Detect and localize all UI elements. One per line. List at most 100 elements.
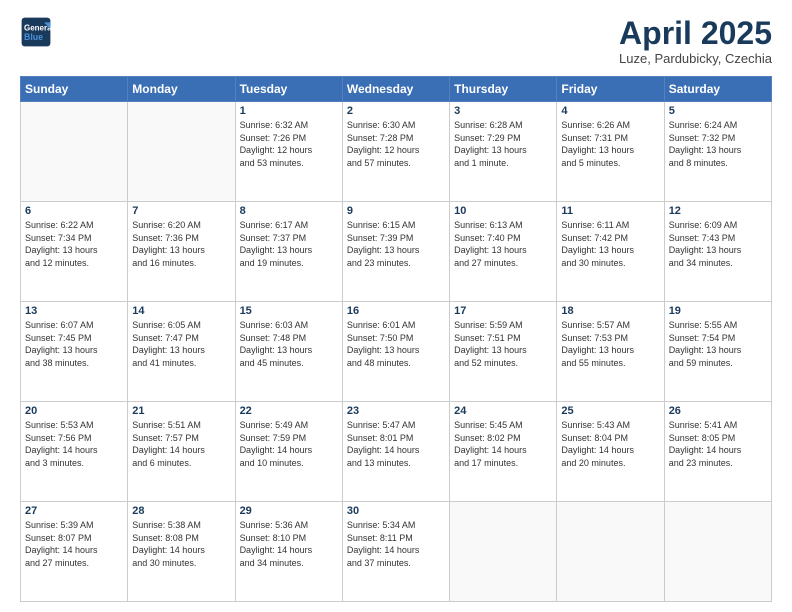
day-detail: Sunrise: 6:20 AMSunset: 7:36 PMDaylight:…: [132, 219, 230, 269]
logo: General Blue: [20, 16, 52, 48]
day-number: 20: [25, 405, 123, 417]
header: General Blue April 2025 Luze, Pardubicky…: [20, 16, 772, 66]
calendar-cell: 4 Sunrise: 6:26 AMSunset: 7:31 PMDaylight…: [557, 102, 664, 202]
calendar-cell: [557, 502, 664, 602]
calendar-cell: 12 Sunrise: 6:09 AMSunset: 7:43 PMDayligh…: [664, 202, 771, 302]
calendar-cell: 18 Sunrise: 5:57 AMSunset: 7:53 PMDayligh…: [557, 302, 664, 402]
day-detail: Sunrise: 6:11 AMSunset: 7:42 PMDaylight:…: [561, 219, 659, 269]
day-number: 30: [347, 505, 445, 517]
day-number: 27: [25, 505, 123, 517]
day-number: 10: [454, 205, 552, 217]
calendar-cell: 13 Sunrise: 6:07 AMSunset: 7:45 PMDayligh…: [21, 302, 128, 402]
day-number: 6: [25, 205, 123, 217]
day-number: 7: [132, 205, 230, 217]
calendar-cell: [128, 102, 235, 202]
calendar-cell: 15Sunrise: 6:03 AMSunset: 7:48 PMDayligh…: [235, 302, 342, 402]
col-sunday: Sunday: [21, 77, 128, 102]
day-detail: Sunrise: 5:39 AMSunset: 8:07 PMDaylight:…: [25, 519, 123, 569]
day-detail: Sunrise: 6:03 AMSunset: 7:48 PMDaylight:…: [240, 319, 338, 369]
calendar-cell: 7 Sunrise: 6:20 AMSunset: 7:36 PMDaylight…: [128, 202, 235, 302]
calendar-cell: 5Sunrise: 6:24 AMSunset: 7:32 PMDaylight…: [664, 102, 771, 202]
month-title: April 2025: [619, 16, 772, 51]
day-number: 14: [132, 305, 230, 317]
calendar-cell: 2 Sunrise: 6:30 AMSunset: 7:28 PMDaylight…: [342, 102, 449, 202]
col-wednesday: Wednesday: [342, 77, 449, 102]
day-number: 1: [240, 105, 338, 117]
day-number: 21: [132, 405, 230, 417]
calendar-cell: 9Sunrise: 6:15 AMSunset: 7:39 PMDaylight…: [342, 202, 449, 302]
day-number: 4: [561, 105, 659, 117]
day-detail: Sunrise: 6:13 AMSunset: 7:40 PMDaylight:…: [454, 219, 552, 269]
day-detail: Sunrise: 5:59 AMSunset: 7:51 PMDaylight:…: [454, 319, 552, 369]
day-detail: Sunrise: 6:30 AMSunset: 7:28 PMDaylight:…: [347, 119, 445, 169]
day-detail: Sunrise: 6:17 AMSunset: 7:37 PMDaylight:…: [240, 219, 338, 269]
day-number: 17: [454, 305, 552, 317]
day-number: 2: [347, 105, 445, 117]
calendar-header-row: Sunday Monday Tuesday Wednesday Thursday…: [21, 77, 772, 102]
day-detail: Sunrise: 5:57 AMSunset: 7:53 PMDaylight:…: [561, 319, 659, 369]
calendar-cell: 28 Sunrise: 5:38 AMSunset: 8:08 PMDayligh…: [128, 502, 235, 602]
calendar-cell: 29 Sunrise: 5:36 AMSunset: 8:10 PMDayligh…: [235, 502, 342, 602]
calendar-cell: 20 Sunrise: 5:53 AMSunset: 7:56 PMDayligh…: [21, 402, 128, 502]
calendar-cell: [21, 102, 128, 202]
calendar-cell: 6 Sunrise: 6:22 AMSunset: 7:34 PMDaylight…: [21, 202, 128, 302]
day-number: 22: [240, 405, 338, 417]
col-thursday: Thursday: [450, 77, 557, 102]
calendar-cell: 24 Sunrise: 5:45 AMSunset: 8:02 PMDayligh…: [450, 402, 557, 502]
calendar-cell: 8 Sunrise: 6:17 AMSunset: 7:37 PMDaylight…: [235, 202, 342, 302]
day-detail: Sunrise: 5:36 AMSunset: 8:10 PMDaylight:…: [240, 519, 338, 569]
day-detail: Sunrise: 5:41 AMSunset: 8:05 PMDaylight:…: [669, 419, 767, 469]
calendar-week-0: 1Sunrise: 6:32 AMSunset: 7:26 PMDaylight…: [21, 102, 772, 202]
calendar-cell: 23 Sunrise: 5:47 AMSunset: 8:01 PMDayligh…: [342, 402, 449, 502]
day-detail: Sunrise: 6:22 AMSunset: 7:34 PMDaylight:…: [25, 219, 123, 269]
day-number: 13: [25, 305, 123, 317]
calendar-cell: 14 Sunrise: 6:05 AMSunset: 7:47 PMDayligh…: [128, 302, 235, 402]
day-number: 25: [561, 405, 659, 417]
day-detail: Sunrise: 6:05 AMSunset: 7:47 PMDaylight:…: [132, 319, 230, 369]
day-number: 8: [240, 205, 338, 217]
day-detail: Sunrise: 6:07 AMSunset: 7:45 PMDaylight:…: [25, 319, 123, 369]
day-number: 29: [240, 505, 338, 517]
page: General Blue April 2025 Luze, Pardubicky…: [0, 0, 792, 612]
calendar-cell: 27 Sunrise: 5:39 AMSunset: 8:07 PMDayligh…: [21, 502, 128, 602]
day-number: 19: [669, 305, 767, 317]
logo-icon: General Blue: [20, 16, 52, 48]
day-detail: Sunrise: 6:01 AMSunset: 7:50 PMDaylight:…: [347, 319, 445, 369]
svg-text:Blue: Blue: [24, 32, 43, 42]
calendar-week-4: 27 Sunrise: 5:39 AMSunset: 8:07 PMDayligh…: [21, 502, 772, 602]
calendar: Sunday Monday Tuesday Wednesday Thursday…: [20, 76, 772, 602]
calendar-cell: [450, 502, 557, 602]
calendar-cell: 21 Sunrise: 5:51 AMSunset: 7:57 PMDayligh…: [128, 402, 235, 502]
col-friday: Friday: [557, 77, 664, 102]
day-detail: Sunrise: 5:55 AMSunset: 7:54 PMDaylight:…: [669, 319, 767, 369]
day-detail: Sunrise: 6:15 AMSunset: 7:39 PMDaylight:…: [347, 219, 445, 269]
day-number: 11: [561, 205, 659, 217]
title-area: April 2025 Luze, Pardubicky, Czechia: [619, 16, 772, 66]
col-monday: Monday: [128, 77, 235, 102]
day-detail: Sunrise: 5:53 AMSunset: 7:56 PMDaylight:…: [25, 419, 123, 469]
day-detail: Sunrise: 6:09 AMSunset: 7:43 PMDaylight:…: [669, 219, 767, 269]
calendar-week-3: 20 Sunrise: 5:53 AMSunset: 7:56 PMDayligh…: [21, 402, 772, 502]
calendar-cell: 10 Sunrise: 6:13 AMSunset: 7:40 PMDayligh…: [450, 202, 557, 302]
day-detail: Sunrise: 5:51 AMSunset: 7:57 PMDaylight:…: [132, 419, 230, 469]
day-number: 26: [669, 405, 767, 417]
day-number: 3: [454, 105, 552, 117]
day-detail: Sunrise: 5:38 AMSunset: 8:08 PMDaylight:…: [132, 519, 230, 569]
day-detail: Sunrise: 6:26 AMSunset: 7:31 PMDaylight:…: [561, 119, 659, 169]
day-number: 24: [454, 405, 552, 417]
calendar-cell: 25Sunrise: 5:43 AMSunset: 8:04 PMDayligh…: [557, 402, 664, 502]
day-detail: Sunrise: 5:34 AMSunset: 8:11 PMDaylight:…: [347, 519, 445, 569]
col-saturday: Saturday: [664, 77, 771, 102]
day-number: 18: [561, 305, 659, 317]
calendar-cell: [664, 502, 771, 602]
day-detail: Sunrise: 5:49 AMSunset: 7:59 PMDaylight:…: [240, 419, 338, 469]
calendar-week-1: 6 Sunrise: 6:22 AMSunset: 7:34 PMDaylight…: [21, 202, 772, 302]
calendar-cell: 30 Sunrise: 5:34 AMSunset: 8:11 PMDayligh…: [342, 502, 449, 602]
day-detail: Sunrise: 5:45 AMSunset: 8:02 PMDaylight:…: [454, 419, 552, 469]
day-number: 23: [347, 405, 445, 417]
day-number: 12: [669, 205, 767, 217]
day-number: 28: [132, 505, 230, 517]
day-detail: Sunrise: 5:47 AMSunset: 8:01 PMDaylight:…: [347, 419, 445, 469]
calendar-cell: 19 Sunrise: 5:55 AMSunset: 7:54 PMDayligh…: [664, 302, 771, 402]
calendar-cell: 22 Sunrise: 5:49 AMSunset: 7:59 PMDayligh…: [235, 402, 342, 502]
